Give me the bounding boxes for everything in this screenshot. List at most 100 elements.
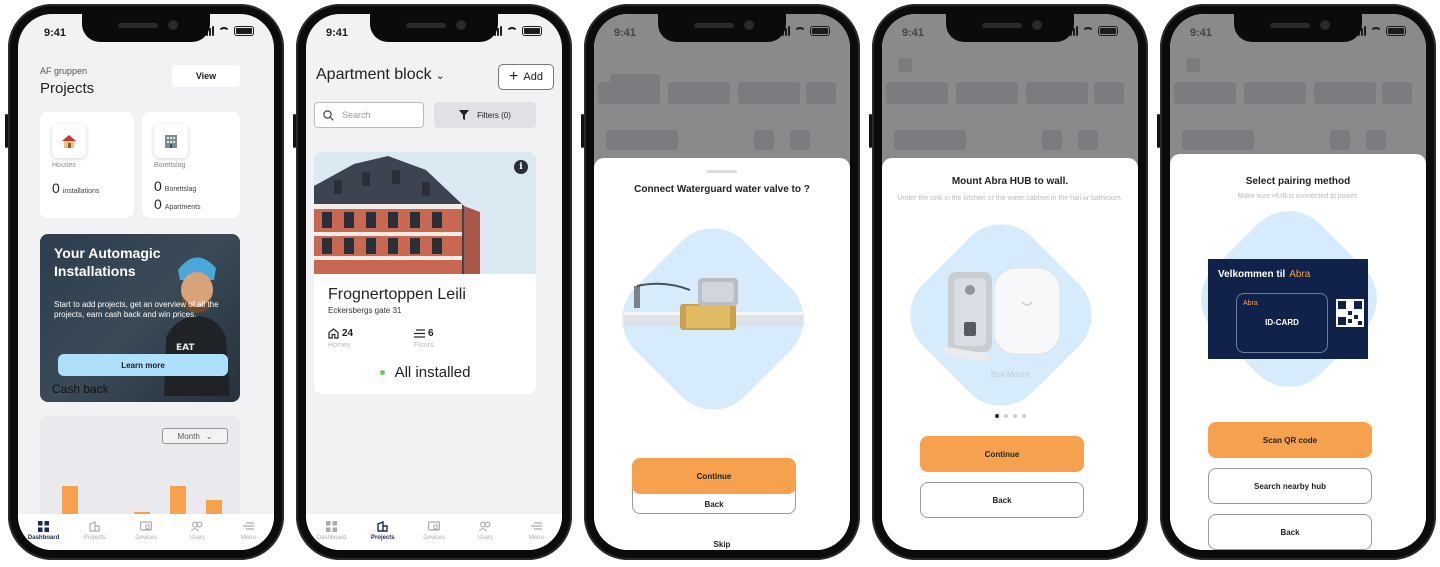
search-icon (323, 109, 334, 121)
devices-icon (139, 520, 152, 532)
sheet-title: Mount Abra HUB to wall. (951, 176, 1069, 187)
wifi-icon (1082, 26, 1094, 36)
search-nearby-hub-button[interactable]: Search nearby hub (1208, 468, 1372, 504)
company-name: AF gruppen (40, 66, 88, 76)
card-welcome: Velkommen til (1218, 269, 1286, 280)
tab-devices[interactable]: Devices (412, 520, 456, 541)
sheet-title: Select pairing method (1245, 176, 1351, 187)
borettslag-card[interactable]: Borettslag 0 Borettslag 0 Apartments (142, 112, 240, 218)
search-input[interactable]: Search (314, 102, 424, 128)
continue-label: Continue (984, 449, 1020, 459)
devices-icon (427, 520, 440, 532)
chevron-down-icon: ⌄ (205, 431, 213, 441)
tab-users[interactable]: Users (463, 520, 507, 541)
cash-back-label: Cash back (52, 382, 109, 396)
sheet-handle[interactable] (707, 170, 737, 173)
wifi-icon (506, 26, 518, 36)
phone-pairing: 9:41 Select pairing method Make sure HUB… (1157, 4, 1436, 560)
sheet-subtitle: Make sure HUB is connected to power. (1237, 193, 1359, 200)
tab-devices[interactable]: Devices (124, 520, 168, 541)
promo-text: Start to add projects, get an overview o… (54, 300, 219, 319)
building-photo (314, 152, 536, 274)
tab-menu[interactable]: Menu (514, 520, 558, 541)
svg-text:EAT: EAT (176, 343, 195, 353)
scan-qr-button[interactable]: Scan QR code (1208, 422, 1372, 458)
pairing-screen: 9:41 Select pairing method Make sure HUB… (1170, 14, 1426, 550)
back-button[interactable]: Back (1208, 514, 1372, 550)
tab-label: Devices (135, 535, 157, 541)
notch (658, 14, 786, 42)
bottom-sheet: Select pairing method Make sure HUB is c… (1170, 154, 1426, 550)
tab-menu[interactable]: Menu (226, 520, 270, 541)
houses-card[interactable]: Houses 0 installations (40, 112, 134, 218)
tab-dashboard[interactable]: Dashboard (22, 520, 66, 541)
continue-button[interactable]: Continue (920, 436, 1084, 472)
tab-projects[interactable]: Projects (361, 520, 405, 541)
add-button[interactable]: + Add (498, 64, 554, 90)
installed-label: All installed (394, 364, 471, 381)
homes-label: Homes (328, 342, 351, 349)
tab-label: Users (477, 535, 493, 541)
projects-screen: 9:41 Apartment block ⌄ + Add Search Filter… (306, 14, 562, 550)
tab-label: Projects (83, 535, 106, 541)
house-icon (52, 124, 86, 158)
water-valve-image (624, 278, 804, 330)
battery-icon (522, 26, 542, 36)
users-icon (479, 520, 491, 532)
notch (1234, 14, 1362, 42)
notch (370, 14, 498, 42)
battery-icon (234, 26, 254, 36)
grid-icon (38, 520, 50, 532)
view-button[interactable]: View (172, 65, 240, 87)
search-nearby-label: Search nearby hub (1253, 481, 1327, 491)
tab-projects[interactable]: Projects (73, 520, 117, 541)
project-type-label: Apartment block (316, 66, 432, 83)
promo-banner: EAT SLEEP REPEAT Your Automagic Installa… (40, 234, 240, 402)
hub-mount-image (942, 267, 1061, 362)
continue-button[interactable]: Continue (632, 458, 796, 494)
status-dot-icon (379, 370, 385, 375)
project-card[interactable]: i Frognertoppen Leili Eckersbergs gate 3… (314, 152, 536, 394)
menu-icon (242, 520, 254, 532)
tab-label: Menu (528, 535, 544, 541)
image-caption: Box Mount (990, 370, 1030, 379)
mount-hub-screen: 9:41 Mount Abra HUB to wall. Under the s… (882, 14, 1138, 550)
tab-label: Devices (423, 535, 445, 541)
project-type-dropdown[interactable]: Apartment block ⌄ (316, 66, 445, 84)
back-label: Back (704, 500, 724, 509)
grid-icon (326, 520, 338, 532)
tab-label: Menu (240, 535, 256, 541)
houses-count: 0 (52, 180, 60, 196)
continue-label: Continue (696, 471, 732, 481)
card-inner-brand: Abra (1243, 300, 1258, 307)
tab-label: Users (189, 535, 205, 541)
bottom-sheet: Connect Waterguard water valve to ? Back… (594, 158, 850, 550)
project-address: Eckersbergs gate 31 (328, 306, 402, 315)
back-button[interactable]: Back (920, 482, 1084, 518)
building-icon (154, 124, 188, 158)
learn-more-button[interactable]: Learn more (58, 354, 228, 376)
tab-users[interactable]: Users (175, 520, 219, 541)
promo-title: Your Automagic Installations (54, 245, 161, 279)
floors-label: Floors (414, 342, 434, 349)
skip-link[interactable]: Skip (594, 540, 850, 549)
page-title: Projects (40, 80, 95, 97)
projects-icon (377, 520, 389, 532)
users-icon (191, 520, 203, 532)
menu-icon (530, 520, 542, 532)
qr-code-icon (1336, 299, 1364, 327)
period-select[interactable]: Month ⌄ (162, 428, 228, 444)
home-icon (328, 328, 339, 339)
houses-count-row: 0 installations (52, 180, 99, 196)
tab-dashboard[interactable]: Dashboard (310, 520, 354, 541)
apartments-count-row: 0 Apartments (154, 196, 201, 212)
add-label: Add (523, 71, 543, 83)
page-indicator (882, 414, 1138, 418)
filter-icon (459, 110, 470, 120)
chevron-down-icon: ⌄ (435, 69, 445, 82)
back-label: Back (1280, 527, 1300, 537)
borettslag-unit: Borettslag (164, 186, 197, 193)
info-icon[interactable]: i (514, 160, 528, 174)
filters-button[interactable]: Filters (0) (434, 102, 536, 128)
phone-connect-valve: 9:41 Connect Waterguard water valve to ? (581, 4, 860, 560)
